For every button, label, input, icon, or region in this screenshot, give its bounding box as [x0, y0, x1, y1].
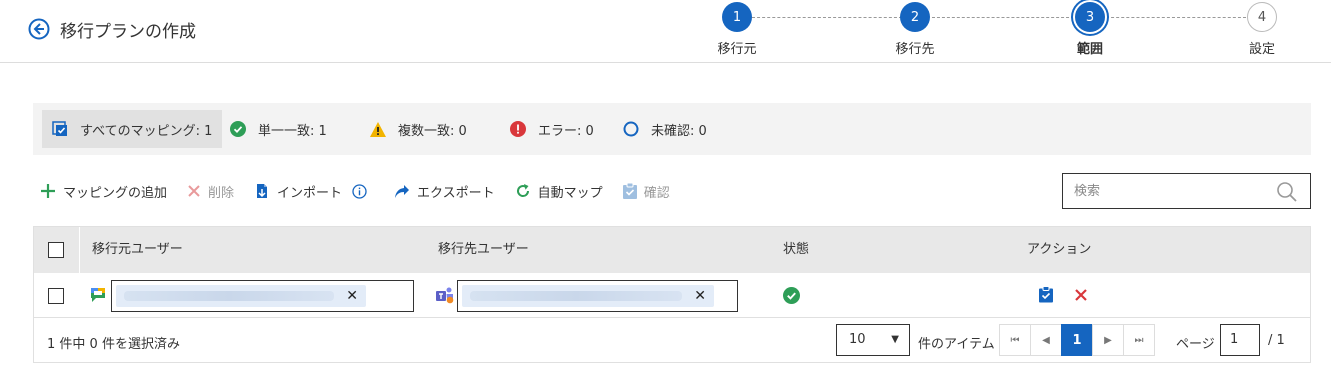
- clipboard-check-icon[interactable]: [1039, 286, 1053, 303]
- filter-error[interactable]: エラー: 0: [500, 110, 604, 148]
- step-connector: [752, 17, 902, 18]
- step-number: 1: [722, 2, 752, 32]
- warning-icon: [370, 121, 386, 137]
- step-settings[interactable]: 4 設定: [1232, 2, 1292, 57]
- delete-button[interactable]: 削除: [187, 182, 234, 201]
- share-arrow-icon: [395, 184, 410, 198]
- table-footer: 1 件中 0 件を選択済み 10 ▼ 件のアイテム ⏮ ◀ 1 ▶ ⏭ ページ …: [34, 319, 1310, 363]
- step-connector: [932, 17, 1074, 18]
- page-size-value: 10: [849, 332, 866, 347]
- step-number: 2: [900, 2, 930, 32]
- filter-label: 未確認: 0: [651, 123, 707, 139]
- step-source[interactable]: 1 移行元: [707, 2, 767, 57]
- dropdown-caret-icon: ▼: [891, 334, 899, 345]
- step-label: 移行先: [895, 42, 935, 57]
- circle-outline-icon: [623, 121, 639, 137]
- header: 移行プランの作成 1 移行元 2 移行先 3 範囲 4 設定: [0, 0, 1331, 63]
- target-user-chip: ✕: [462, 285, 714, 307]
- page-size-select[interactable]: 10 ▼: [836, 324, 910, 356]
- search-icon[interactable]: [1276, 181, 1298, 203]
- import-icon: [257, 184, 268, 198]
- filter-label: すべてのマッピング: 1: [80, 123, 213, 139]
- check-circle-icon: [783, 287, 800, 304]
- confirm-label: 確認: [643, 185, 670, 201]
- refresh-icon: [516, 184, 529, 197]
- filter-unconfirmed[interactable]: 未確認: 0: [613, 110, 717, 148]
- column-header-status[interactable]: 状態: [783, 227, 809, 273]
- automap-button[interactable]: 自動マップ: [515, 182, 603, 201]
- filter-label: 複数一致: 0: [398, 123, 467, 139]
- table-header: 移行元ユーザー 移行先ユーザー 状態 アクション: [34, 227, 1310, 273]
- teams-icon: [436, 287, 454, 304]
- previous-page-icon[interactable]: ◀: [1030, 324, 1062, 356]
- page-label: ページ: [1176, 337, 1215, 352]
- step-label: 範囲: [1076, 42, 1103, 57]
- clear-icon[interactable]: ✕: [694, 288, 706, 304]
- target-user-field[interactable]: ✕: [457, 280, 738, 312]
- table-row: ✕ ✕: [34, 273, 1310, 318]
- import-button[interactable]: インポート: [254, 182, 374, 201]
- last-page-icon[interactable]: ⏭: [1123, 324, 1155, 356]
- back-arrow-icon[interactable]: [28, 18, 50, 40]
- blurred-user-name: [124, 291, 334, 301]
- column-divider: [79, 227, 80, 273]
- items-per-page-label: 件のアイテム: [918, 337, 995, 352]
- column-header-target-user[interactable]: 移行先ユーザー: [438, 227, 529, 273]
- selection-count: 1 件中 0 件を選択済み: [47, 337, 180, 352]
- filter-label: エラー: 0: [538, 123, 594, 139]
- filter-all-mappings[interactable]: すべてのマッピング: 1: [42, 110, 223, 148]
- add-mapping-button[interactable]: マッピングの追加: [40, 182, 167, 201]
- source-user-chip: ✕: [116, 285, 366, 307]
- error-icon: [510, 121, 526, 137]
- export-button[interactable]: エクスポート: [394, 182, 495, 201]
- column-header-source-user[interactable]: 移行元ユーザー: [92, 227, 183, 273]
- confirm-button[interactable]: 確認: [622, 182, 670, 201]
- search-box: [1062, 173, 1311, 209]
- select-all-icon: [52, 121, 67, 136]
- plus-icon: [41, 184, 55, 198]
- search-input[interactable]: [1063, 174, 1263, 208]
- delete-label: 削除: [208, 185, 235, 201]
- step-connector: [1106, 17, 1246, 18]
- mapping-table: 移行元ユーザー 移行先ユーザー 状態 アクション ✕ ✕ 1 件中 0 件を選択…: [33, 226, 1311, 363]
- step-scope[interactable]: 3 範囲: [1060, 2, 1120, 57]
- next-page-icon[interactable]: ▶: [1092, 324, 1124, 356]
- step-number: 3: [1075, 2, 1105, 32]
- page-number-input[interactable]: 1: [1220, 324, 1260, 356]
- page-button-current[interactable]: 1: [1061, 324, 1093, 356]
- step-number: 4: [1247, 2, 1277, 32]
- pagination: ⏮ ◀ 1 ▶ ⏭: [999, 324, 1155, 356]
- filter-label: 単一一致: 1: [258, 123, 327, 139]
- delete-icon[interactable]: [1074, 288, 1088, 302]
- google-chat-icon: [91, 288, 105, 302]
- check-circle-icon: [230, 121, 246, 137]
- step-label: 移行元: [717, 42, 757, 57]
- select-all-checkbox[interactable]: [48, 242, 64, 258]
- page-total: / 1: [1268, 333, 1285, 348]
- export-label: エクスポート: [417, 185, 495, 201]
- clipboard-check-icon: [622, 183, 637, 199]
- filter-multiple-match[interactable]: 複数一致: 0: [360, 110, 477, 148]
- automap-label: 自動マップ: [537, 185, 603, 201]
- page-title: 移行プランの作成: [60, 22, 196, 42]
- close-icon: [188, 185, 200, 197]
- first-page-icon[interactable]: ⏮: [999, 324, 1031, 356]
- filter-bar: すべてのマッピング: 1 単一一致: 1 複数一致: 0 エラー: 0 未確認:…: [33, 103, 1311, 155]
- toolbar: マッピングの追加 削除 インポート エクスポート 自動マップ 確認: [40, 173, 690, 209]
- filter-single-match[interactable]: 単一一致: 1: [220, 110, 337, 148]
- column-header-action[interactable]: アクション: [1027, 227, 1091, 273]
- add-mapping-label: マッピングの追加: [63, 185, 168, 201]
- blurred-user-name: [470, 291, 682, 301]
- info-icon[interactable]: [352, 183, 367, 199]
- import-label: インポート: [277, 185, 343, 201]
- source-user-field[interactable]: ✕: [111, 280, 414, 312]
- step-label: 設定: [1248, 42, 1275, 57]
- step-target[interactable]: 2 移行先: [885, 2, 945, 57]
- row-checkbox[interactable]: [48, 288, 64, 304]
- clear-icon[interactable]: ✕: [346, 288, 358, 304]
- stepper: 1 移行元 2 移行先 3 範囲 4 設定: [700, 0, 1300, 62]
